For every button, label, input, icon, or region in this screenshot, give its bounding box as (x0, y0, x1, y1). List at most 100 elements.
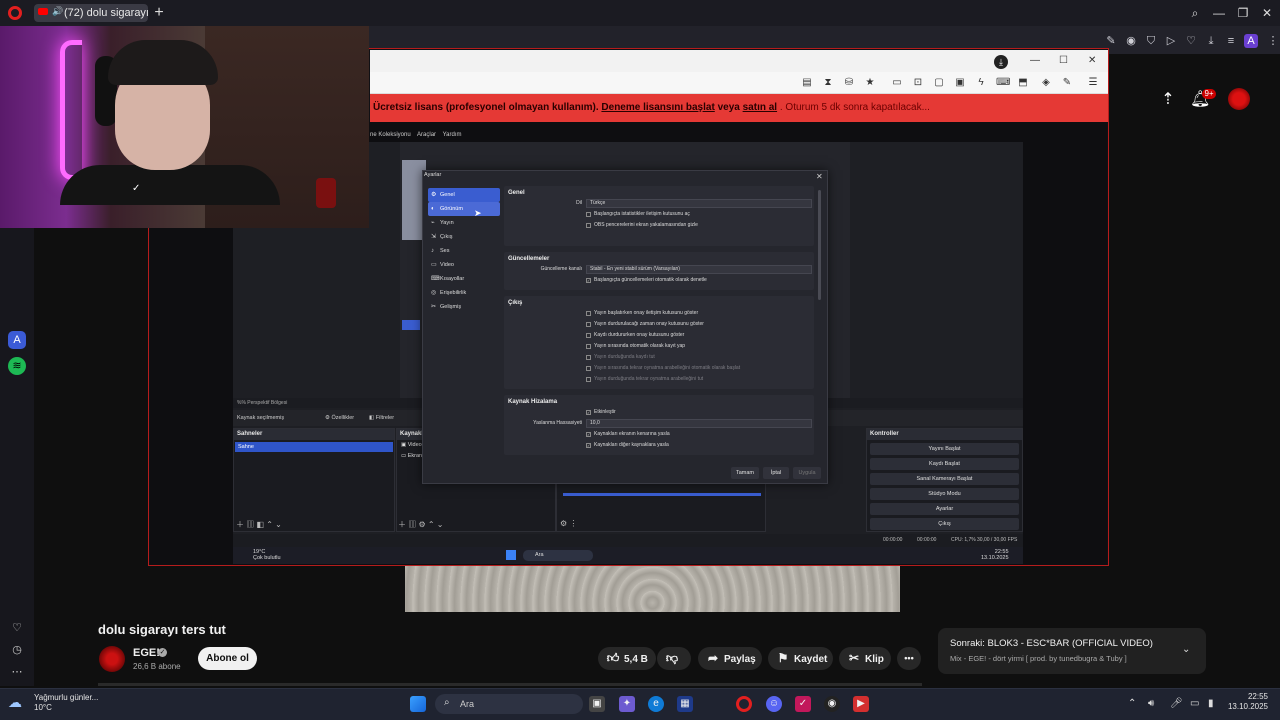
mixer-tools[interactable]: ⚙ ⋮ (560, 519, 577, 528)
tray-chevron-icon[interactable]: ⌃ (1128, 698, 1136, 709)
network-icon[interactable]: ▭ (1190, 698, 1199, 709)
checkbox-checked[interactable]: ✓ (586, 443, 591, 448)
nav-stream[interactable]: ⌁ Yayın (428, 216, 500, 230)
close-icon[interactable]: ✕ (1258, 4, 1276, 22)
check-row[interactable]: Kaydı durdururken onay kutusunu göster (508, 330, 810, 341)
new-tab-button[interactable]: + (151, 4, 167, 22)
trial-link[interactable]: Deneme lisansını başlat (601, 102, 714, 113)
task-view-icon[interactable]: ▣ (589, 696, 605, 712)
inner-search[interactable]: Ara (523, 550, 593, 561)
microphone-icon[interactable]: 🎤︎ (1170, 698, 1183, 709)
download-icon[interactable]: ⤓ (1204, 34, 1218, 48)
box-icon[interactable]: ⬒ (1017, 77, 1029, 89)
profile-icon[interactable]: A (1244, 34, 1258, 48)
check-row[interactable]: ✓ Etkinleştir (508, 407, 810, 418)
nav-video[interactable]: ▭ Video (428, 258, 500, 272)
language-select[interactable]: Türkçe (586, 199, 812, 208)
filters-button[interactable]: ◧ Filtreler (369, 410, 394, 426)
checkbox-checked[interactable]: ✓ (586, 278, 591, 283)
aria-icon[interactable]: A (8, 331, 26, 349)
bolt-icon[interactable]: ϟ (975, 77, 987, 89)
apply-button[interactable]: Uygula (793, 467, 821, 479)
screen-icon[interactable]: ▢ (933, 77, 945, 89)
clip-button[interactable]: ✂ Klip (839, 647, 891, 670)
restore-icon[interactable]: ☐ (1059, 55, 1068, 66)
hamburger-icon[interactable]: ☰ (1087, 77, 1099, 89)
dislike-button[interactable]: 👎︎ (657, 647, 691, 670)
weather-widget[interactable]: Yağmurlu günler... 10°C (34, 693, 98, 713)
more-icon[interactable]: ⋮ (1266, 34, 1280, 48)
check-row[interactable]: Yayın durdurulacağı zaman onay kutusunu … (508, 319, 810, 330)
close-icon[interactable]: ✕ (816, 172, 823, 181)
chat-icon[interactable]: ▣ (954, 77, 966, 89)
camera-icon[interactable]: ◉ (1124, 34, 1138, 48)
taskbar-clock[interactable]: 22:55 13.10.2025 (1222, 692, 1268, 712)
next-video-card[interactable] (938, 628, 1206, 674)
obs-icon[interactable]: ◉ (824, 696, 840, 712)
tool-icon[interactable]: ▤ (801, 77, 813, 89)
checkbox-checked[interactable]: ✓ (586, 410, 591, 415)
ok-button[interactable]: Tamam (731, 467, 759, 479)
checkbox[interactable] (586, 344, 591, 349)
download-icon[interactable]: ⤓ (994, 55, 1008, 69)
check-row[interactable]: ✓ Başlangıçta güncellemeleri otomatik ola… (508, 275, 810, 286)
windows-start-icon[interactable] (410, 696, 426, 712)
checkbox[interactable] (586, 333, 591, 338)
channel-avatar[interactable] (99, 646, 125, 672)
check-row[interactable]: Yayın sırasında otomatik olarak kayıt ya… (508, 341, 810, 352)
monitor-icon[interactable]: ⊡ (912, 77, 924, 89)
nav-hotkeys[interactable]: ⌨ Kısayollar (428, 272, 500, 286)
share-button[interactable]: ➦ Paylaş (698, 647, 762, 670)
app-icon[interactable]: ▶ (853, 696, 869, 712)
opera-icon[interactable] (736, 696, 752, 712)
scene-tools[interactable]: ＋ ▥ ◧ ⌃ ⌄ (236, 519, 282, 530)
restore-icon[interactable]: ❐ (1234, 4, 1252, 22)
channel-name[interactable]: EGE! (133, 647, 160, 659)
weather-icon[interactable]: ☁ (8, 694, 28, 712)
nav-audio[interactable]: ♪ Ses (428, 244, 500, 258)
check-row[interactable]: OBS pencerelerini ekran yakalamasından g… (508, 220, 810, 231)
save-button[interactable]: ⚑ Kaydet (768, 647, 833, 670)
exit-button[interactable]: Çıkış (870, 518, 1019, 530)
checkbox[interactable] (586, 322, 591, 327)
check-row[interactable]: Yayın başlatırken onay iletişim kutusunu… (508, 308, 810, 319)
spotify-icon[interactable]: ≋ (8, 357, 26, 375)
nav-accessibility[interactable]: ◎ Erişebilirlik (428, 286, 500, 300)
start-recording-button[interactable]: Kaydı Başlat (870, 458, 1019, 470)
store-icon[interactable]: ▦ (677, 696, 693, 712)
opera-logo-icon[interactable] (8, 6, 22, 20)
studio-mode-button[interactable]: Stüdyo Modu (870, 488, 1019, 500)
database-icon[interactable]: ⛁ (843, 77, 855, 89)
search-icon[interactable]: ⌕ (1186, 4, 1204, 22)
checkbox[interactable] (586, 212, 591, 217)
more-icon[interactable]: ⋯ (9, 664, 25, 680)
sensitivity-spinbox[interactable]: 10,0 (586, 419, 812, 428)
upload-icon[interactable]: ⇡ (1158, 90, 1178, 110)
minimize-icon[interactable]: — (1030, 55, 1040, 66)
check-row[interactable]: ✓ Kaynakları ekranın kenarına yasla (508, 429, 810, 440)
checkbox[interactable] (586, 223, 591, 228)
properties-button[interactable]: ⚙ Özellikler (325, 410, 354, 426)
nav-general[interactable]: ⚙ Genel (428, 188, 500, 202)
speaker-icon[interactable]: 🔊︎ (1148, 698, 1154, 709)
source-tools[interactable]: ＋ ▥ ⚙ ⌃ ⌄ (398, 519, 443, 530)
like-button[interactable]: 👍︎ 5,4 B (598, 647, 656, 670)
copilot-icon[interactable]: ✦ (619, 696, 635, 712)
scene-item[interactable]: Sahne (235, 442, 393, 452)
hourglass-icon[interactable]: ⧗ (822, 77, 834, 89)
close-icon[interactable]: ✕ (1088, 55, 1096, 66)
subscribe-button[interactable]: Abone ol (198, 647, 257, 670)
settings-scrollbar[interactable] (818, 190, 821, 300)
menu-item[interactable]: Yardım (443, 132, 462, 138)
play-icon[interactable]: ▷ (1164, 34, 1178, 48)
nav-advanced[interactable]: ✂ Gelişmiş (428, 300, 500, 314)
speaker-icon[interactable]: 🔊 (52, 7, 63, 16)
check-row[interactable]: ✓ Kaynakları diğer kaynaklara yasla (508, 440, 810, 451)
start-stream-button[interactable]: Yayını Başlat (870, 443, 1019, 455)
channel-select[interactable]: Stabil - En yeni stabil sürüm (Varsayıla… (586, 265, 812, 274)
heart-icon[interactable]: ♡ (9, 620, 25, 636)
edit-icon[interactable]: ✎ (1104, 34, 1118, 48)
windows-start-icon[interactable] (506, 550, 516, 560)
keyboard-icon[interactable]: ⌨ (996, 77, 1010, 89)
app-icon[interactable]: ✓ (795, 696, 811, 712)
